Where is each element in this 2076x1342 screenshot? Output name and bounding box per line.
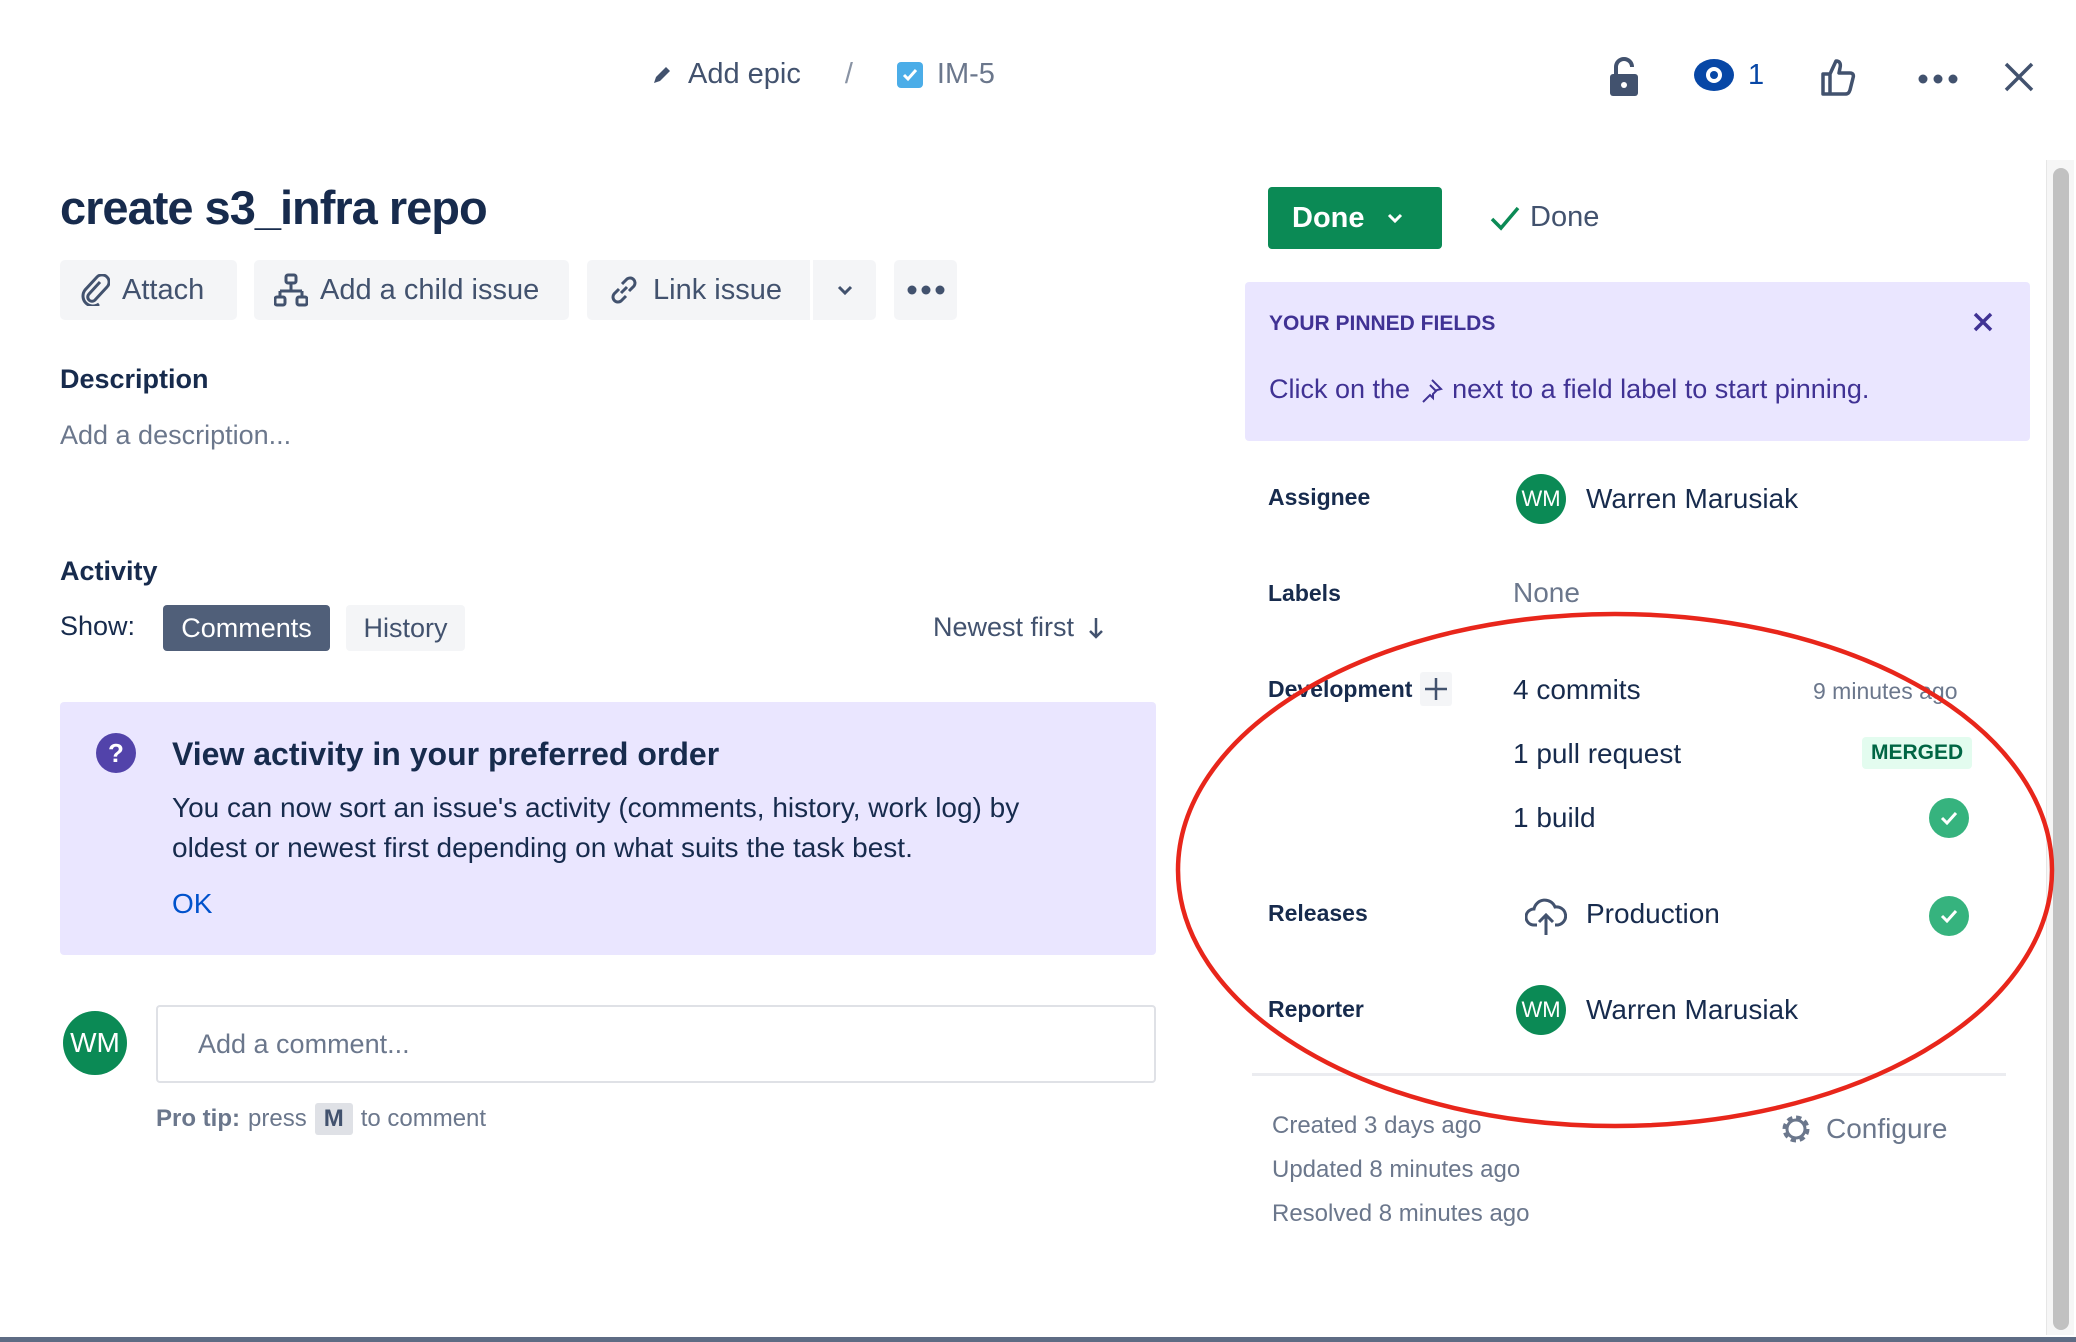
attach-label: Attach bbox=[122, 273, 205, 306]
pro-tip-post: to comment bbox=[360, 1105, 487, 1132]
plus-icon bbox=[1425, 678, 1447, 700]
notice-text-2: oldest or newest first depending on what… bbox=[172, 832, 913, 863]
cloud-upload-icon bbox=[1525, 898, 1567, 935]
issue-key-link[interactable]: IM-5 bbox=[937, 58, 995, 91]
sort-label: Newest first bbox=[933, 612, 1075, 642]
commits-time: 9 minutes ago bbox=[1813, 678, 1958, 704]
avatar: WM bbox=[63, 1011, 127, 1075]
show-label: Show: bbox=[60, 611, 136, 641]
chevron-down-icon bbox=[837, 285, 852, 295]
eye-icon bbox=[1694, 59, 1734, 91]
pull-request-link[interactable]: 1 pull request bbox=[1513, 738, 1681, 770]
reporter-label: Reporter bbox=[1268, 996, 1364, 1022]
breadcrumb-separator: / bbox=[844, 58, 853, 90]
question-icon: ? bbox=[96, 733, 136, 773]
more-actions-button[interactable] bbox=[894, 260, 957, 320]
close-icon[interactable] bbox=[1973, 312, 1993, 332]
paperclip-icon bbox=[81, 274, 110, 306]
resolution: Done bbox=[1490, 201, 1599, 234]
watch-button[interactable]: 1 bbox=[1694, 58, 1764, 92]
chevron-down-icon bbox=[1387, 213, 1402, 223]
lock-icon[interactable] bbox=[1608, 56, 1640, 98]
notice-ok-button[interactable]: OK bbox=[172, 888, 212, 920]
pencil-icon bbox=[654, 66, 670, 83]
divider bbox=[1252, 1073, 2006, 1076]
pinned-fields-text: Click on the next to a field label to st… bbox=[1269, 374, 1869, 405]
configure-label: Configure bbox=[1826, 1113, 1948, 1144]
shortcut-key: M bbox=[314, 1103, 353, 1135]
configure-button[interactable]: Configure bbox=[1778, 1111, 1947, 1147]
development-label: Development bbox=[1268, 676, 1413, 702]
link-issue-dropdown[interactable] bbox=[813, 260, 876, 320]
pro-tip-label: Pro tip: bbox=[156, 1105, 240, 1132]
task-checkbox-icon bbox=[896, 61, 923, 88]
release-success-icon bbox=[1929, 896, 1969, 936]
issue-title[interactable]: create s3_infra repo bbox=[60, 180, 488, 235]
assignee-avatar: WM bbox=[1516, 474, 1566, 524]
link-issue-button[interactable]: Link issue bbox=[587, 260, 810, 320]
svg-text:?: ? bbox=[108, 738, 124, 768]
pin-icon bbox=[1422, 378, 1444, 403]
description-heading: Description bbox=[60, 364, 209, 394]
pinned-fields-panel: YOUR PINNED FIELDS Click on the next to … bbox=[1245, 282, 2030, 441]
add-epic-link[interactable]: Add epic bbox=[688, 58, 801, 91]
pinned-text-pre: Click on the bbox=[1269, 374, 1411, 404]
add-child-issue-button[interactable]: Add a child issue bbox=[254, 260, 569, 320]
merged-badge: MERGED bbox=[1862, 737, 1973, 769]
description-field[interactable]: Add a description... bbox=[60, 420, 291, 451]
attach-button[interactable]: Attach bbox=[60, 260, 237, 320]
release-production[interactable]: Production bbox=[1586, 898, 1720, 930]
assignee-name[interactable]: Warren Marusiak bbox=[1586, 483, 1798, 515]
updated-date: Updated 8 minutes ago bbox=[1272, 1156, 1521, 1183]
pro-tip: Pro tip: press M to comment bbox=[156, 1103, 486, 1135]
notice-title: View activity in your preferred order bbox=[172, 736, 720, 772]
labels-value[interactable]: None bbox=[1513, 577, 1580, 609]
assignee-label: Assignee bbox=[1268, 484, 1371, 510]
resolution-label: Done bbox=[1530, 201, 1600, 233]
thumbs-up-icon[interactable] bbox=[1820, 58, 1856, 96]
sort-order-button[interactable]: Newest first bbox=[933, 612, 1104, 643]
activity-heading: Activity bbox=[60, 556, 158, 586]
arrow-down-icon bbox=[1089, 617, 1103, 639]
bottom-border bbox=[0, 1337, 2076, 1342]
more-icon bbox=[907, 285, 944, 295]
releases-label: Releases bbox=[1268, 900, 1368, 926]
tab-history[interactable]: History bbox=[346, 605, 465, 651]
add-child-label: Add a child issue bbox=[320, 273, 540, 306]
status-button[interactable]: Done bbox=[1268, 187, 1442, 249]
status-label: Done bbox=[1292, 201, 1365, 234]
pinned-text-post: next to a field label to start pinning. bbox=[1452, 374, 1870, 404]
scrollbar-thumb[interactable] bbox=[2053, 168, 2069, 1330]
check-icon bbox=[1490, 206, 1520, 231]
breadcrumb: Add epic / IM-5 bbox=[650, 58, 995, 91]
link-issue-label: Link issue bbox=[653, 273, 782, 306]
notice-text-1: You can now sort an issue's activity (co… bbox=[172, 792, 1020, 823]
build-link[interactable]: 1 build bbox=[1513, 802, 1596, 834]
pinned-fields-title: YOUR PINNED FIELDS bbox=[1269, 312, 1496, 335]
created-date: Created 3 days ago bbox=[1272, 1112, 1482, 1139]
resolved-date: Resolved 8 minutes ago bbox=[1272, 1200, 1530, 1227]
reporter-name[interactable]: Warren Marusiak bbox=[1586, 994, 1798, 1026]
add-development-button[interactable] bbox=[1420, 672, 1452, 706]
link-icon bbox=[611, 276, 637, 304]
tab-comments[interactable]: Comments bbox=[163, 605, 330, 651]
watcher-count: 1 bbox=[1748, 58, 1765, 91]
comment-input[interactable]: Add a comment... bbox=[156, 1005, 1156, 1083]
reporter-avatar: WM bbox=[1516, 985, 1566, 1035]
activity-order-notice: ? View activity in your preferred order … bbox=[60, 702, 1156, 955]
commits-link[interactable]: 4 commits bbox=[1513, 674, 1641, 706]
more-icon[interactable] bbox=[1918, 74, 1958, 84]
pro-tip-pre: press bbox=[248, 1105, 307, 1132]
gear-icon bbox=[1782, 1115, 1810, 1143]
hierarchy-icon bbox=[274, 273, 308, 307]
labels-label: Labels bbox=[1268, 580, 1341, 606]
build-success-icon bbox=[1929, 798, 1969, 838]
close-icon[interactable] bbox=[2004, 62, 2034, 92]
